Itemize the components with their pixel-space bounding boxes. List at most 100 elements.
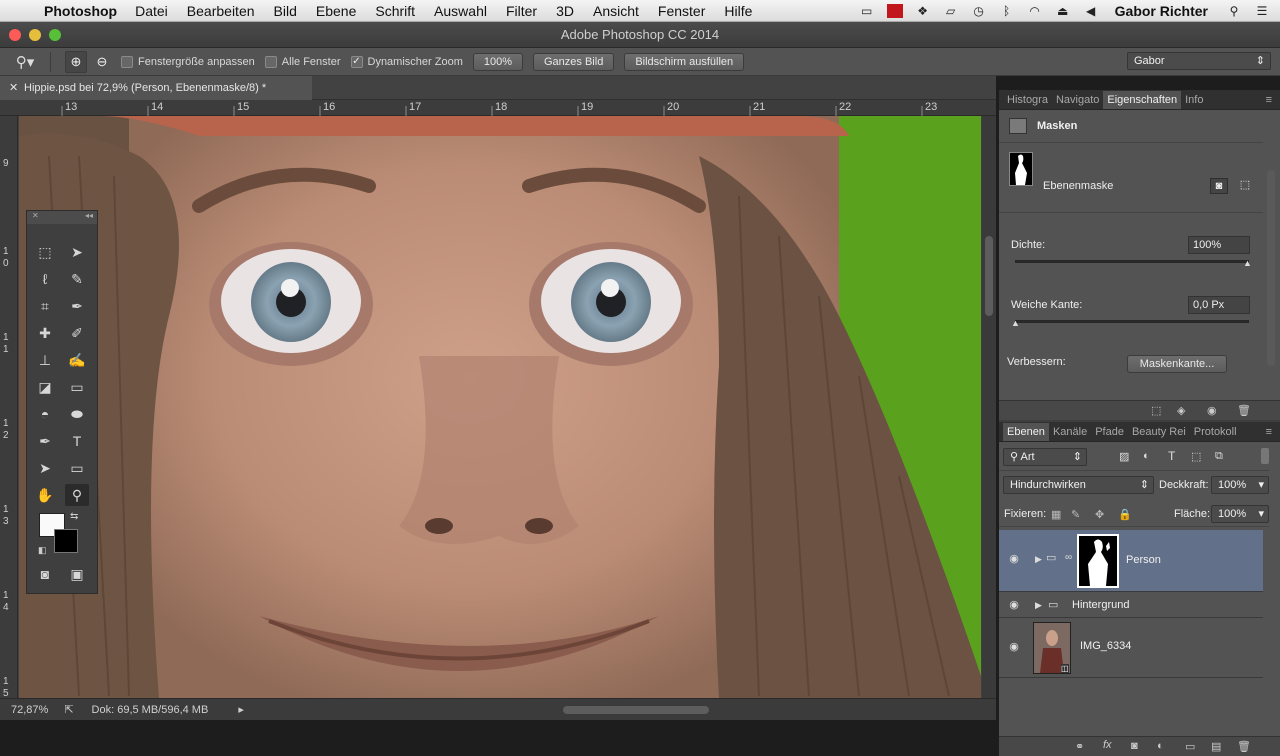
- tab-layers[interactable]: Ebenen: [1003, 423, 1049, 441]
- filter-type-icon[interactable]: T: [1168, 449, 1175, 463]
- menu-fenster[interactable]: Fenster: [658, 3, 705, 19]
- zoom-100-button[interactable]: 100%: [472, 52, 523, 71]
- bluetooth-icon[interactable]: ᛒ: [997, 4, 1017, 18]
- swap-colors-icon[interactable]: ⇆: [70, 511, 78, 522]
- menu-bild[interactable]: Bild: [274, 3, 297, 19]
- wifi-icon[interactable]: ◠: [1025, 4, 1045, 18]
- menu-ebene[interactable]: Ebene: [316, 3, 356, 19]
- layer-row-img-6334[interactable]: ◉ ◫ IMG_6334: [999, 618, 1263, 678]
- visibility-eye-icon[interactable]: ◉: [1007, 598, 1021, 611]
- healing-brush-tool-icon[interactable]: ✚: [33, 322, 57, 344]
- tab-navigator[interactable]: Navigato: [1052, 91, 1103, 109]
- panel-menu-icon[interactable]: ≡: [1262, 91, 1276, 109]
- lock-transparency-icon[interactable]: ▦: [1051, 508, 1061, 521]
- time-machine-icon[interactable]: ◷: [969, 4, 989, 18]
- fill-screen-button[interactable]: Bildschirm ausfüllen: [624, 52, 745, 71]
- zoom-tool-icon[interactable]: ⚲: [65, 484, 89, 506]
- lock-position-icon[interactable]: ✥: [1095, 508, 1104, 521]
- layers-panel-menu-icon[interactable]: ≡: [1262, 423, 1276, 441]
- menu-filter[interactable]: Filter: [506, 3, 537, 19]
- workspace-select[interactable]: Gabor ⇕: [1127, 52, 1271, 70]
- horizontal-scroll-thumb[interactable]: [563, 706, 709, 714]
- tab-properties[interactable]: Eigenschaften: [1103, 91, 1182, 109]
- opacity-field[interactable]: 100% ▾: [1211, 476, 1269, 494]
- layer-name-person[interactable]: Person: [1126, 554, 1161, 566]
- add-layer-style-icon[interactable]: fx: [1103, 739, 1112, 751]
- zoom-in-icon[interactable]: ⊕: [65, 50, 87, 73]
- filter-smart-object-icon[interactable]: ⧉: [1215, 450, 1223, 463]
- zoom-level-field[interactable]: 72,87%: [11, 704, 48, 716]
- mask-link-icon[interactable]: ∞: [1065, 552, 1072, 563]
- fit-screen-button[interactable]: Ganzes Bild: [533, 52, 615, 71]
- new-adjustment-layer-icon[interactable]: ◐: [1157, 740, 1164, 752]
- zoom-out-icon[interactable]: ⊖: [91, 51, 113, 73]
- path-selection-tool-icon[interactable]: ➤: [33, 457, 57, 479]
- feather-slider-handle[interactable]: ▲: [1011, 318, 1020, 328]
- status-menu-arrow-icon[interactable]: ▸: [238, 703, 244, 716]
- history-brush-tool-icon[interactable]: ✍: [65, 349, 89, 371]
- fill-field[interactable]: 100% ▾: [1211, 505, 1269, 523]
- fit-window-checkbox[interactable]: [121, 55, 133, 68]
- vertical-ruler[interactable]: 9 1 0 1 1 1 2 1 3 1 4 1 5: [0, 116, 18, 699]
- layer-row-person[interactable]: ◉ ▶ ▭ ∞ Person: [999, 530, 1263, 592]
- visibility-eye-icon[interactable]: ◉: [1007, 552, 1021, 565]
- share-icon[interactable]: ⇱: [64, 703, 73, 716]
- menu-datei[interactable]: Datei: [135, 3, 168, 19]
- refine-mask-edge-button[interactable]: Maskenkante...: [1127, 355, 1227, 373]
- horizontal-ruler[interactable]: 13 14 15 16 17 18 19 20 21 22 23: [0, 100, 996, 116]
- vertical-scroll-thumb[interactable]: [985, 236, 993, 316]
- vertical-scrollbar[interactable]: [982, 116, 996, 698]
- spotlight-search-icon[interactable]: ⚲: [1224, 4, 1244, 18]
- airplay-icon[interactable]: ▱: [941, 4, 961, 18]
- feather-field[interactable]: 0,0 Px: [1188, 296, 1250, 314]
- hand-tool-icon[interactable]: ✋: [33, 484, 57, 506]
- tab-history[interactable]: Protokoll: [1190, 423, 1241, 441]
- menu-bearbeiten[interactable]: Bearbeiten: [187, 3, 255, 19]
- tab-beauty-retouch[interactable]: Beauty Rei: [1128, 423, 1190, 441]
- close-tab-icon[interactable]: ✕: [9, 76, 18, 100]
- layer-row-hintergrund[interactable]: ◉ ▶ ▭ Hintergrund: [999, 592, 1263, 618]
- rectangle-tool-icon[interactable]: ▭: [65, 457, 89, 479]
- dropbox-icon[interactable]: ❖: [913, 4, 933, 18]
- dodge-tool-icon[interactable]: ⬬: [65, 403, 89, 425]
- tab-histogram[interactable]: Histogra: [1003, 91, 1052, 109]
- filter-pixel-icon[interactable]: ▨: [1119, 450, 1129, 463]
- display-icon[interactable]: ▭: [857, 4, 877, 18]
- add-vector-mask-icon[interactable]: ⬚: [1236, 178, 1254, 194]
- blend-mode-select[interactable]: Hindurchwirken ⇕: [1003, 476, 1154, 494]
- eject-icon[interactable]: ⏏: [1053, 4, 1073, 18]
- eraser-tool-icon[interactable]: ◪: [33, 376, 57, 398]
- menu-hilfe[interactable]: Hilfe: [724, 3, 752, 19]
- tab-info[interactable]: Info: [1181, 91, 1207, 109]
- layer-name-hintergrund[interactable]: Hintergrund: [1072, 599, 1129, 611]
- all-windows-checkbox[interactable]: [264, 55, 277, 68]
- filter-adjustment-icon[interactable]: ◐: [1143, 450, 1150, 462]
- quick-mask-icon[interactable]: ◙: [33, 563, 57, 585]
- quick-selection-tool-icon[interactable]: ✎: [65, 268, 89, 290]
- image-canvas[interactable]: [19, 116, 981, 698]
- notification-center-icon[interactable]: ☰: [1252, 4, 1272, 18]
- brush-tool-icon[interactable]: ✐: [65, 322, 89, 344]
- blur-tool-icon[interactable]: ◓: [33, 403, 57, 425]
- move-tool-icon[interactable]: ➤: [65, 241, 89, 263]
- menu-app-name[interactable]: Photoshop: [44, 3, 117, 19]
- lock-pixels-icon[interactable]: ✎: [1071, 508, 1080, 521]
- zoom-window-button[interactable]: [49, 29, 61, 41]
- disable-mask-eye-icon[interactable]: ◉: [1207, 404, 1217, 417]
- zoom-tool-preset-icon[interactable]: ⚲▾: [0, 48, 50, 76]
- menu-schrift[interactable]: Schrift: [375, 3, 415, 19]
- feather-slider[interactable]: [1015, 320, 1249, 323]
- tools-panel-header[interactable]: ✕ ◂◂: [27, 211, 97, 224]
- tab-paths[interactable]: Pfade: [1091, 423, 1128, 441]
- tab-channels[interactable]: Kanäle: [1049, 423, 1091, 441]
- add-layer-mask-icon[interactable]: ◙: [1131, 740, 1138, 752]
- layer-name-img-6334[interactable]: IMG_6334: [1080, 640, 1131, 652]
- density-slider-handle[interactable]: ▲: [1243, 258, 1252, 268]
- clone-stamp-tool-icon[interactable]: ⊥: [33, 349, 57, 371]
- density-field[interactable]: 100%: [1188, 236, 1250, 254]
- delete-layer-icon[interactable]: 🗑: [1237, 740, 1251, 753]
- filter-toggle-icon[interactable]: [1261, 448, 1269, 464]
- lock-all-icon[interactable]: 🔒: [1118, 508, 1132, 521]
- expand-arrow-icon[interactable]: ▶: [1035, 600, 1042, 611]
- visibility-eye-icon[interactable]: ◉: [1007, 640, 1021, 653]
